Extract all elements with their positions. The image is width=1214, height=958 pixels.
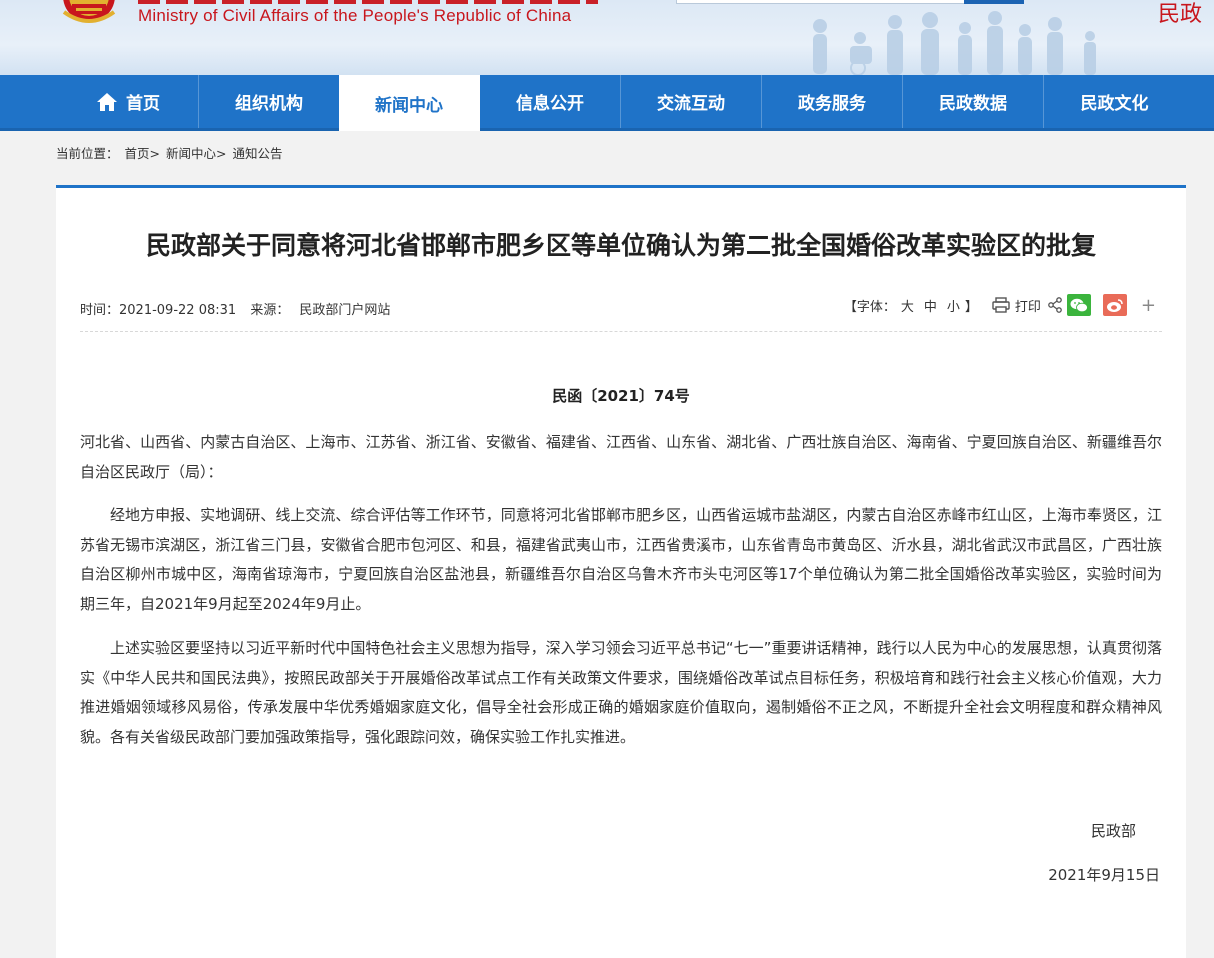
article-panel: 民政部关于同意将河北省邯郸市肥乡区等单位确认为第二批全国婚俗改革实验区的批复 时…: [56, 185, 1186, 958]
source-value: 民政部门户网站: [299, 303, 391, 318]
font-size-switcher: 【字体：大中小】: [843, 299, 978, 315]
nav-item-civil-culture[interactable]: 民政文化: [1044, 75, 1185, 128]
nav-item-interaction[interactable]: 交流互动: [621, 75, 762, 128]
document-number: 民函〔2021〕74号: [552, 387, 690, 405]
share-weibo-button[interactable]: [1102, 294, 1127, 316]
body-paragraph-1: 经地方申报、实地调研、线上交流、综合评估等工作环节，同意将河北省邯郸市肥乡区，山…: [80, 506, 1162, 613]
print-button[interactable]: 打印: [992, 296, 1041, 315]
wechat-icon: [1070, 298, 1088, 312]
breadcrumb-home[interactable]: 首页>: [125, 146, 160, 161]
breadcrumb-prefix: 当前位置：: [56, 146, 119, 161]
share-more-button[interactable]: +: [1141, 295, 1156, 316]
publish-time: 2021-09-22 08:31: [119, 303, 237, 318]
search-input[interactable]: [676, 0, 966, 4]
article-tools: 【字体：大中小】 打印 +: [844, 294, 1156, 316]
weibo-icon: [1106, 298, 1123, 312]
body-paragraph-2: 上述实验区要坚持以习近平新时代中国特色社会主义思想为指导，深入学习领会习近平总书…: [80, 639, 1162, 746]
font-size-large[interactable]: 大: [901, 300, 914, 315]
article-title: 民政部关于同意将河北省邯郸市肥乡区等单位确认为第二批全国婚俗改革实验区的批复: [145, 231, 1096, 260]
nav-item-news-center[interactable]: 新闻中心: [339, 75, 480, 131]
font-size-medium[interactable]: 中: [924, 300, 937, 315]
signature: 民政部: [1090, 822, 1136, 840]
breadcrumb-notices[interactable]: 通知公告: [232, 146, 282, 161]
source-label: 来源：: [250, 303, 290, 318]
printer-icon: [992, 297, 1010, 313]
addressee-paragraph: 河北省、山西省、内蒙古自治区、上海市、江苏省、浙江省、安徽省、福建省、江西省、山…: [80, 433, 1162, 481]
nav-item-home[interactable]: 首页: [58, 75, 199, 128]
nav-item-info-disclosure[interactable]: 信息公开: [480, 75, 621, 128]
font-size-small[interactable]: 小: [947, 300, 960, 315]
site-title-cn-right: 民政: [1158, 2, 1203, 27]
signature-date: 2021年9月15日: [1048, 866, 1160, 884]
meta-divider: [80, 331, 1162, 332]
article-meta: 时间：2021-09-22 08:31 来源： 民政部门户网站: [80, 299, 390, 318]
breadcrumb-news-center[interactable]: 新闻中心>: [166, 146, 226, 161]
breadcrumb: 当前位置： 首页> 新闻中心> 通知公告: [56, 143, 284, 162]
main-nav: 首页 组织机构 新闻中心 信息公开 交流互动 政务服务 民政数据 民政文化: [0, 75, 1214, 131]
national-emblem-icon: [62, 0, 116, 23]
nav-item-organization[interactable]: 组织机构: [199, 75, 340, 128]
nav-item-civil-data[interactable]: 民政数据: [903, 75, 1044, 128]
nav-item-gov-services[interactable]: 政务服务: [762, 75, 903, 128]
family-silhouette-decoration: [813, 11, 1096, 75]
time-label: 时间：: [80, 303, 120, 318]
site-title-cn-cropped: [138, 0, 598, 4]
share-wechat-button[interactable]: [1066, 294, 1091, 316]
site-title-en: Ministry of Civil Affairs of the People'…: [138, 6, 572, 25]
search-button[interactable]: [964, 0, 1024, 4]
share-icon[interactable]: [1047, 297, 1063, 313]
site-header: Ministry of Civil Affairs of the People'…: [0, 0, 1214, 75]
home-icon: [97, 92, 117, 111]
